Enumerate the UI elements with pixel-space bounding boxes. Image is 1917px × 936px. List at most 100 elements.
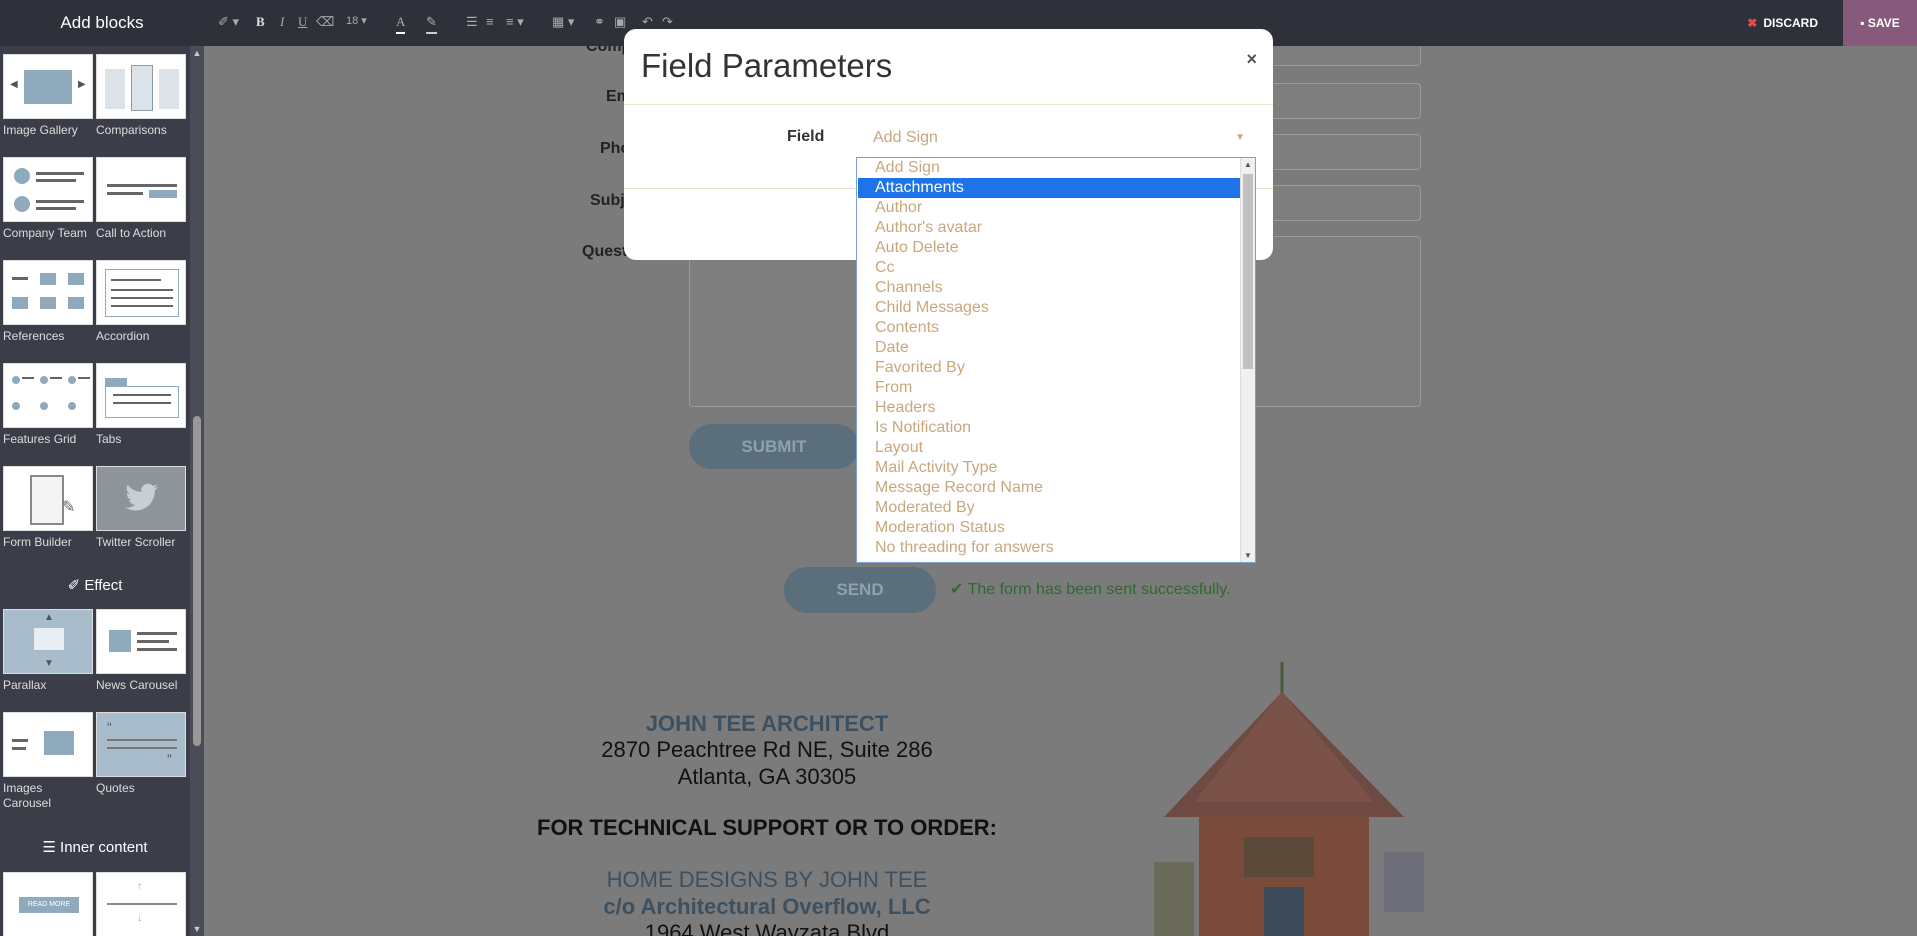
magic-wand-icon: ✐ [67,577,81,594]
option-message-record-name[interactable]: Message Record Name [858,478,1241,498]
option-author[interactable]: Author [858,198,1241,218]
snippet-quotes[interactable]: “ ” Quotes [96,712,186,796]
style-dropdown-icon[interactable]: ✐ ▾ [218,14,239,30]
send-button[interactable]: SEND [784,567,936,613]
font-size-select[interactable]: 18 ▾ [346,14,367,27]
accordion-thumbnail [96,260,186,325]
sidebar-scrollbar[interactable]: ▲ ▼ [190,46,204,936]
support-heading: FOR TECHNICAL SUPPORT OR TO ORDER: [537,815,997,840]
option-authors-avatar[interactable]: Author's avatar [858,218,1241,238]
font-color-icon[interactable]: A [396,14,406,34]
table-icon[interactable]: ▦ ▾ [552,14,574,30]
success-text: The form has been sent successfully. [967,581,1231,598]
snippet-label: News Carousel [96,678,178,692]
quotes-thumbnail: “ ” [96,712,186,777]
snippet-images-carousel[interactable]: Images Carousel [3,712,93,811]
snippet-image-gallery[interactable]: ◀ ▶ Image Gallery [3,54,93,138]
dialog-close-button[interactable]: × [1246,49,1257,70]
snippet-button[interactable]: READ MORE [3,872,93,936]
snippet-label: References [3,329,65,343]
option-mail-activity-type[interactable]: Mail Activity Type [858,458,1241,478]
italic-icon[interactable]: I [280,14,284,30]
image-icon[interactable]: ▣ [614,14,626,30]
align-icon[interactable]: ≡ ▾ [506,14,524,30]
sidebar-title: Add blocks [0,0,204,46]
bold-icon[interactable]: B [256,14,265,30]
option-moderation-status[interactable]: Moderation Status [858,518,1241,538]
images-carousel-thumbnail [3,712,93,777]
call-to-action-thumbnail [96,157,186,222]
home-designs: HOME DESIGNS BY JOHN TEE [606,867,928,892]
effect-section-title: ✐ Effect [0,576,190,594]
snippet-features-grid[interactable]: Features Grid [3,363,93,447]
numbered-list-icon[interactable]: ≡ [486,14,494,29]
snippet-comparisons[interactable]: Comparisons [96,54,186,138]
sidebar-scroll-thumb[interactable] [193,416,201,746]
field-options-listbox[interactable]: Add Sign Attachments Author Author's ava… [856,157,1256,563]
snippet-twitter-scroller[interactable]: Twitter Scroller [96,466,186,550]
scroll-up-icon[interactable]: ▲ [1243,160,1253,169]
inner-content-section-title: ☰ Inner content [0,838,190,856]
scroll-down-icon[interactable]: ▼ [192,924,202,934]
snippet-label: Accordion [96,329,150,343]
snippet-label: Call to Action [96,226,167,240]
snippet-company-team[interactable]: Company Team [3,157,93,241]
snippet-label: Comparisons [96,123,167,137]
snippet-label: Tabs [96,432,122,446]
snippet-tabs[interactable]: Tabs [96,363,186,447]
list-icon: ☰ [42,839,56,856]
snippet-news-carousel[interactable]: News Carousel [96,609,186,693]
option-add-sign[interactable]: Add Sign [858,158,1241,178]
option-layout[interactable]: Layout [858,438,1241,458]
snippet-separator[interactable]: ↑ ↓ [96,872,186,936]
option-cc[interactable]: Cc [858,258,1241,278]
snippet-label: Form Builder [3,535,72,549]
listbox-scrollbar[interactable]: ▲ ▼ [1240,158,1255,562]
house-illustration [1154,662,1424,936]
tabs-thumbnail [96,363,186,428]
discard-label: DISCARD [1763,16,1818,30]
address-line1: 2870 Peachtree Rd NE, Suite 286 [601,737,933,762]
underline-icon[interactable]: U [298,14,307,30]
features-grid-thumbnail [3,363,93,428]
submit-button[interactable]: SUBMIT [689,424,859,469]
scroll-down-icon[interactable]: ▼ [1243,551,1253,560]
field-select[interactable]: Add Sign ▼ [856,125,1251,151]
save-button[interactable]: ▪ SAVE [1843,0,1917,46]
snippet-references[interactable]: References [3,260,93,344]
close-icon: ✖ [1747,16,1758,30]
scroll-up-icon[interactable]: ▲ [192,48,202,58]
option-no-threading[interactable]: No threading for answers [858,538,1241,558]
dialog-title: Field Parameters [641,47,893,84]
link-icon[interactable]: ⚭ [594,14,605,30]
option-headers[interactable]: Headers [858,398,1241,418]
highlight-icon[interactable]: ✎ [426,14,437,34]
field-label: Field [787,128,825,145]
bullet-list-icon[interactable]: ☰ [466,14,478,30]
snippet-call-to-action[interactable]: Call to Action [96,157,186,241]
discard-button[interactable]: ✖ DISCARD [1735,0,1830,46]
comparisons-thumbnail [96,54,186,119]
floppy-icon: ▪ [1860,16,1865,30]
option-moderated-by[interactable]: Moderated By [858,498,1241,518]
option-attachments[interactable]: Attachments [858,178,1241,198]
listbox-scroll-thumb[interactable] [1243,174,1253,369]
snippet-label: Twitter Scroller [96,535,176,549]
undo-icon[interactable]: ↶ [642,14,653,30]
redo-icon[interactable]: ↷ [662,14,673,30]
option-is-notification[interactable]: Is Notification [858,418,1241,438]
eraser-icon[interactable]: ⌫ [316,14,334,30]
check-icon: ✔ [950,581,964,598]
option-channels[interactable]: Channels [858,278,1241,298]
news-carousel-thumbnail [96,609,186,674]
snippet-form-builder[interactable]: ✎ Form Builder [3,466,93,550]
option-from[interactable]: From [858,378,1241,398]
option-favorited-by[interactable]: Favorited By [858,358,1241,378]
option-date[interactable]: Date [858,338,1241,358]
option-auto-delete[interactable]: Auto Delete [858,238,1241,258]
snippet-accordion[interactable]: Accordion [96,260,186,344]
font-size-value: 18 [346,15,359,27]
option-child-messages[interactable]: Child Messages [858,298,1241,318]
snippet-parallax[interactable]: ▲ ▼ Parallax [3,609,93,693]
option-contents[interactable]: Contents [858,318,1241,338]
